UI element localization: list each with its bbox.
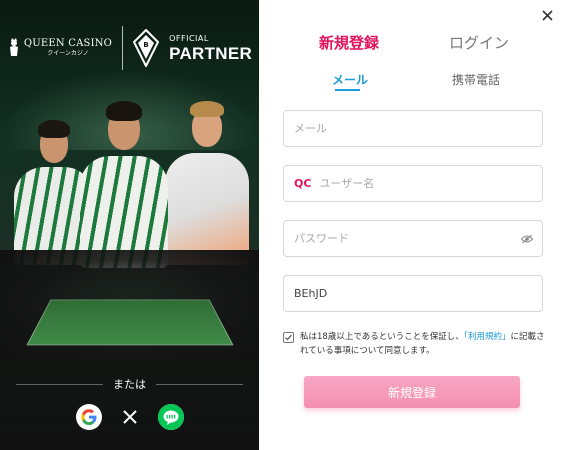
player-left-hair xyxy=(38,120,70,138)
username-field[interactable]: QC xyxy=(283,165,543,202)
tab-phone[interactable]: 携帯電話 xyxy=(452,71,500,88)
google-login-button[interactable] xyxy=(75,404,102,430)
agreement-text-before: 私は18歳以上であるということを保証し、 xyxy=(300,332,464,342)
partner-label: PARTNER xyxy=(169,43,253,63)
player-center-hair xyxy=(106,101,142,121)
social-login-row xyxy=(0,404,259,430)
divider-line-left xyxy=(16,383,103,385)
captcha-input[interactable] xyxy=(294,287,542,300)
email-field[interactable] xyxy=(283,110,543,147)
close-button[interactable] xyxy=(538,6,556,24)
player-center xyxy=(80,98,168,268)
signup-method-tabs: メール 携帯電話 xyxy=(259,71,564,93)
promo-panel: QUEEN CASINO クイーンカジノ B OFFICIAL PARTNER xyxy=(0,0,259,450)
eye-icon[interactable] xyxy=(521,234,533,244)
stadium-pitch xyxy=(26,299,234,346)
agree-checkbox[interactable] xyxy=(283,332,294,343)
divider-text: または xyxy=(113,378,146,391)
svg-text:B: B xyxy=(143,41,148,49)
active-tab-underline xyxy=(335,89,360,91)
username-prefix: QC xyxy=(294,177,312,190)
x-icon xyxy=(122,410,137,424)
queen-casino-logo: QUEEN CASINO クイーンカジノ xyxy=(7,38,112,58)
line-login-button[interactable] xyxy=(157,404,184,430)
queen-crown-icon xyxy=(9,38,18,56)
casino-name: QUEEN CASINO xyxy=(23,38,113,49)
password-input[interactable] xyxy=(294,232,542,245)
auth-tabs: 新規登録 ログイン xyxy=(259,32,564,56)
official-label: OFFICIAL xyxy=(169,33,209,43)
tab-signup[interactable]: 新規登録 xyxy=(319,32,379,53)
divider-line-right xyxy=(156,383,243,385)
casino-kana: クイーンカジノ xyxy=(47,50,89,57)
signup-panel: 新規登録 ログイン メール 携帯電話 QC 私は18歳以上であるということを保証… xyxy=(259,0,564,450)
terms-agreement: 私は18歳以上であるということを保証し、「利用規約」に記載されている事項について… xyxy=(283,330,545,358)
x-login-button[interactable] xyxy=(117,404,143,430)
terms-link[interactable]: 「利用規約」 xyxy=(464,332,511,342)
logo-divider xyxy=(122,26,124,70)
tab-login[interactable]: ログイン xyxy=(449,32,509,53)
tab-email[interactable]: メール xyxy=(332,71,368,88)
official-partner-badge: OFFICIAL PARTNER xyxy=(169,33,253,63)
password-field[interactable] xyxy=(283,220,543,257)
signup-submit-button[interactable]: 新規登録 xyxy=(304,376,520,408)
captcha-field[interactable] xyxy=(283,275,543,312)
partner-logos: QUEEN CASINO クイーンカジノ B OFFICIAL PARTNER xyxy=(0,24,259,72)
username-input[interactable] xyxy=(319,177,542,190)
social-divider: または xyxy=(16,377,243,391)
player-right-hair xyxy=(190,101,224,117)
player-right xyxy=(165,95,249,265)
club-crest-icon: B xyxy=(133,29,160,67)
line-icon xyxy=(157,404,184,430)
agreement-text: 私は18歳以上であるということを保証し、「利用規約」に記載されている事項について… xyxy=(300,330,545,358)
close-icon xyxy=(541,9,553,21)
player-right-kit xyxy=(165,153,249,265)
google-icon xyxy=(80,409,96,425)
email-input[interactable] xyxy=(294,122,542,135)
